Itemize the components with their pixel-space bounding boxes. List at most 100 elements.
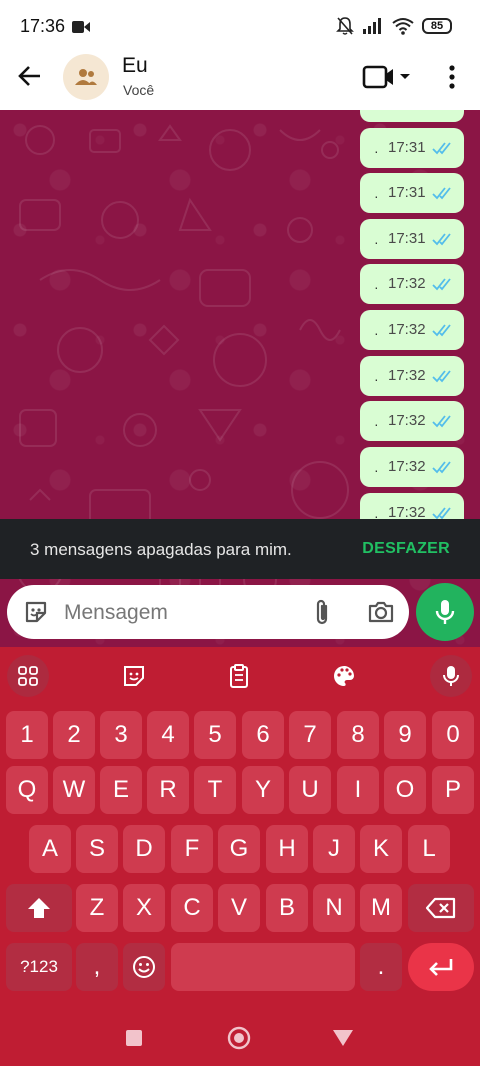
shift-icon (28, 898, 50, 918)
message-time: 17:32 (388, 458, 426, 475)
attach-icon[interactable] (311, 599, 333, 627)
key-p[interactable]: P (432, 766, 474, 814)
key-8[interactable]: 8 (337, 711, 379, 759)
message-time: 17:31 (388, 230, 426, 247)
recents-icon[interactable] (125, 1029, 143, 1047)
sticker-icon[interactable] (23, 599, 49, 625)
enter-key[interactable] (408, 943, 474, 991)
theme-button[interactable] (323, 655, 365, 697)
sticker-button[interactable] (113, 655, 155, 697)
wifi-icon (392, 18, 414, 35)
key-4[interactable]: 4 (147, 711, 189, 759)
key-h[interactable]: H (266, 825, 308, 873)
key-3[interactable]: 3 (100, 711, 142, 759)
keyboard-toolbar (0, 647, 480, 703)
message-bubble[interactable]: · 17:31 (360, 128, 464, 168)
message-bubble[interactable]: · 17:31 (360, 173, 464, 213)
chat-subtitle[interactable]: Você (123, 82, 154, 98)
key-s[interactable]: S (76, 825, 118, 873)
message-time: 17:32 (388, 367, 426, 384)
undo-button[interactable]: DESFAZER (362, 540, 450, 558)
key-b[interactable]: B (266, 884, 308, 932)
period-key[interactable]: . (360, 943, 402, 991)
key-w[interactable]: W (53, 766, 95, 814)
message-bubble[interactable]: · 17:32 (360, 447, 464, 487)
message-composer[interactable]: Mensagem (7, 585, 409, 639)
comma-key[interactable]: , (76, 943, 118, 991)
key-x[interactable]: X (123, 884, 165, 932)
clipboard-icon (230, 664, 248, 688)
message-bubble[interactable]: · 17:32 (360, 401, 464, 441)
symbols-key[interactable]: ?123 (6, 943, 72, 991)
key-e[interactable]: E (100, 766, 142, 814)
avatar[interactable] (63, 54, 109, 100)
message-time: 17:32 (388, 412, 426, 429)
key-t[interactable]: T (194, 766, 236, 814)
key-j[interactable]: J (313, 825, 355, 873)
read-receipt-icon (432, 507, 451, 520)
key-9[interactable]: 9 (384, 711, 426, 759)
clipboard-button[interactable] (218, 655, 260, 697)
emoji-key[interactable] (123, 943, 165, 991)
backspace-key[interactable] (408, 884, 474, 932)
sticker-face-icon (124, 666, 144, 686)
message-input[interactable]: Mensagem (64, 601, 168, 625)
key-r[interactable]: R (147, 766, 189, 814)
enter-icon (429, 959, 453, 976)
voice-message-button[interactable] (416, 583, 474, 641)
key-a[interactable]: A (29, 825, 71, 873)
more-options-icon[interactable] (442, 64, 462, 90)
read-receipt-icon (432, 461, 451, 474)
chat-title[interactable]: Eu (122, 54, 148, 78)
key-f[interactable]: F (171, 825, 213, 873)
key-5[interactable]: 5 (194, 711, 236, 759)
key-o[interactable]: O (384, 766, 426, 814)
backspace-icon (425, 897, 456, 919)
key-v[interactable]: V (218, 884, 260, 932)
key-y[interactable]: Y (242, 766, 284, 814)
message-bubble[interactable]: · 17:31 (360, 219, 464, 259)
back-arrow-icon[interactable] (16, 62, 44, 90)
video-call-icon[interactable] (362, 64, 414, 90)
apps-button[interactable] (7, 655, 49, 697)
message-time: 17:32 (388, 321, 426, 338)
message-time: 17:31 (388, 139, 426, 156)
key-0[interactable]: 0 (432, 711, 474, 759)
key-u[interactable]: U (289, 766, 331, 814)
message-time: 17:32 (388, 275, 426, 292)
home-icon[interactable] (227, 1026, 251, 1050)
read-receipt-icon (432, 415, 451, 428)
message-time: 17:31 (388, 184, 426, 201)
snackbar-message: 3 mensagens apagadas para mim. (30, 540, 292, 559)
key-g[interactable]: G (218, 825, 260, 873)
key-l[interactable]: L (408, 825, 450, 873)
read-receipt-icon (432, 142, 451, 155)
message-bubble[interactable] (360, 110, 464, 122)
palette-icon (334, 666, 354, 686)
key-c[interactable]: C (171, 884, 213, 932)
signal-icon (363, 18, 381, 34)
key-q[interactable]: Q (6, 766, 48, 814)
read-receipt-icon (432, 370, 451, 383)
key-6[interactable]: 6 (242, 711, 284, 759)
key-m[interactable]: M (360, 884, 402, 932)
status-time: 17:36 (20, 16, 66, 36)
camera-icon[interactable] (367, 599, 395, 625)
key-i[interactable]: I (337, 766, 379, 814)
space-key[interactable] (171, 943, 355, 991)
key-2[interactable]: 2 (53, 711, 95, 759)
key-d[interactable]: D (123, 825, 165, 873)
message-bubble[interactable]: · 17:32 (360, 264, 464, 304)
key-1[interactable]: 1 (6, 711, 48, 759)
key-7[interactable]: 7 (289, 711, 331, 759)
snackbar: 3 mensagens apagadas para mim. DESFAZER (0, 519, 480, 579)
shift-key[interactable] (6, 884, 72, 932)
message-bubble[interactable]: · 17:32 (360, 356, 464, 396)
back-nav-icon[interactable] (332, 1029, 354, 1047)
key-k[interactable]: K (360, 825, 402, 873)
key-z[interactable]: Z (76, 884, 118, 932)
chat-header: Eu Você (0, 52, 480, 110)
message-bubble[interactable]: · 17:32 (360, 310, 464, 350)
key-n[interactable]: N (313, 884, 355, 932)
voice-input-button[interactable] (430, 655, 472, 697)
